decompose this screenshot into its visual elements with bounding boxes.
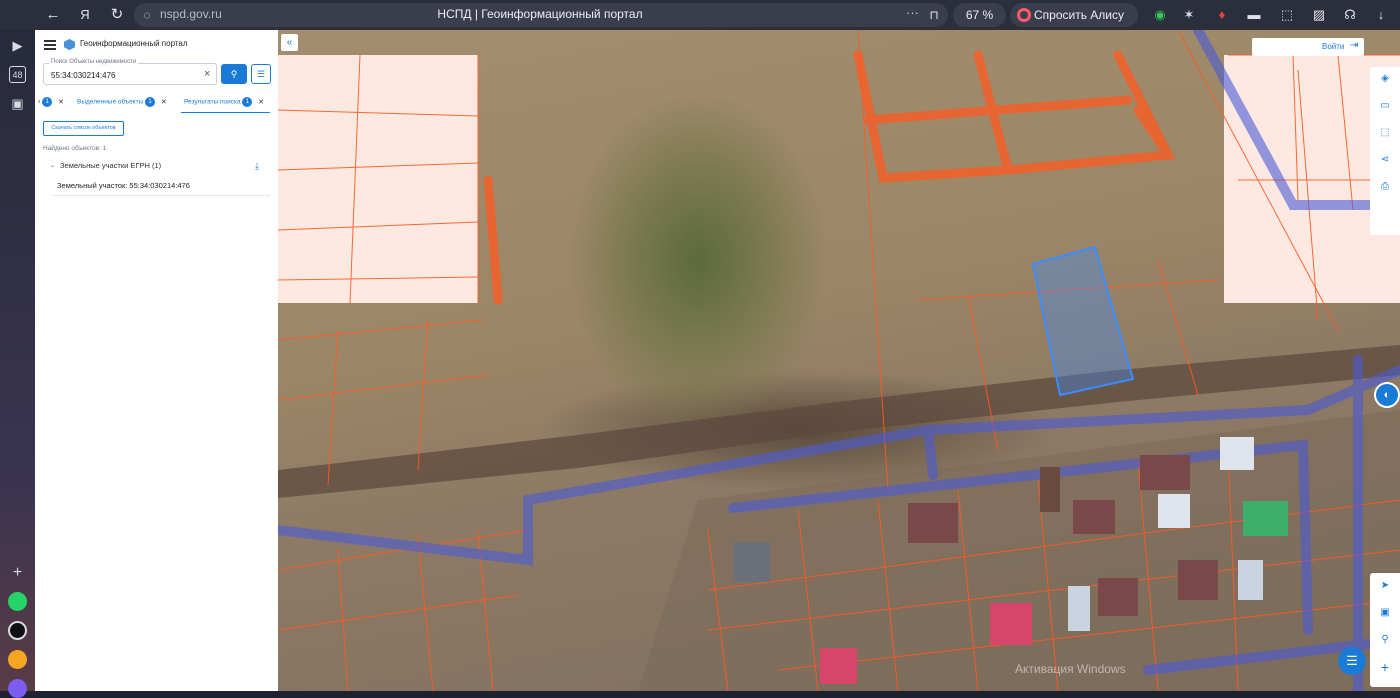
browser-toolbar: ← Я ↻ ◌ nspd.gov.ru НСПД | Геоинформацио… (0, 0, 1400, 46)
map-layer (278, 30, 1400, 691)
login-label: Войти (1322, 42, 1345, 51)
shield-icon[interactable]: ◌ (138, 6, 156, 24)
yandex-icon[interactable]: Я (76, 6, 94, 24)
assistant-icon: ◐ (1383, 389, 1391, 401)
extensions-icon[interactable]: ⬚ (1278, 6, 1296, 24)
downloads-icon[interactable]: ↓ (1372, 6, 1390, 24)
minimize-panel-icon[interactable]: ▬ (1245, 6, 1263, 24)
active-tab-indicator (181, 112, 270, 113)
video-icon[interactable]: ▶ (9, 37, 26, 54)
music-icon[interactable] (8, 650, 27, 669)
messenger-icon[interactable] (8, 621, 27, 640)
reload-icon[interactable]: ↻ (108, 6, 126, 24)
locate-icon[interactable]: ➤ (1378, 579, 1392, 593)
alice-button[interactable]: Спросить Алису AI (1010, 3, 1138, 46)
tab-badge: 1 (242, 97, 253, 107)
search-input[interactable] (51, 69, 196, 81)
ruler-icon[interactable]: ▭ (1378, 99, 1392, 113)
result-list-item[interactable]: Земельный участок: 55:34:030214:476 (52, 176, 270, 196)
login-button[interactable]: Войти ⇥ (1252, 38, 1364, 56)
tab-label: Результаты поиска (184, 98, 241, 106)
zoom-in-icon[interactable]: + (1378, 660, 1392, 674)
game-extension-icon[interactable]: ♦ (1213, 6, 1231, 24)
print-icon[interactable]: ⎙ (1378, 180, 1392, 194)
share-icon[interactable]: ⋖ (1378, 153, 1392, 167)
select-area-icon[interactable]: ⬚ (1378, 126, 1392, 140)
search-legend: Поиск Объекты недвижимости (49, 59, 139, 65)
translate-icon[interactable]: ☊ (1341, 6, 1359, 24)
selected-parcel[interactable] (1031, 245, 1135, 397)
login-icon: ⇥ (1350, 40, 1359, 51)
tab-close-icon[interactable]: ✕ (58, 99, 64, 106)
add-app-icon[interactable]: + (9, 564, 26, 581)
filter-button[interactable]: ☰ (251, 64, 271, 84)
map-view[interactable]: « Войти ⇥ ◈ ▭ ⬚ ⋖ ⎙ ◐ ➤ ▣ ⚲ + ☰ Активаци… (278, 30, 1400, 691)
map-tools: ◈ ▭ ⬚ ⋖ ⎙ (1370, 67, 1400, 235)
download-list-button[interactable]: Скачать список объектов (43, 121, 124, 136)
tab-label: Выделенные объекты (77, 98, 144, 106)
menu-icon[interactable] (44, 40, 56, 50)
tab-search-results[interactable]: Результаты поиска 1 ✕ (184, 97, 264, 113)
left-panel: Геоинформационный портал × Поиск Объекты… (35, 30, 278, 691)
tab-badge: 1 (42, 97, 53, 107)
whatsapp-icon[interactable] (8, 592, 27, 611)
search-field[interactable]: × (43, 63, 217, 85)
address-bar[interactable] (134, 3, 948, 27)
tab-selected-objects[interactable]: Выделенные объекты 1 ✕ (77, 97, 167, 113)
more-icon[interactable]: ··· (906, 5, 919, 20)
portal-title: Геоинформационный портал (80, 39, 188, 48)
tool-extension-icon[interactable]: ✶ (1180, 6, 1198, 24)
assistant-button[interactable]: ◐ (1374, 382, 1400, 408)
clear-icon[interactable]: × (204, 67, 210, 81)
tab-layers[interactable]: ‹ 1 ✕ (38, 97, 64, 113)
calendar-badge-icon[interactable]: 48 (9, 66, 26, 83)
search-button[interactable]: ⚲ (221, 64, 247, 84)
layers-icon[interactable]: ◈ (1378, 72, 1392, 86)
portal-logo-icon (64, 39, 75, 50)
tab-close-icon[interactable]: ✕ (161, 99, 167, 106)
zoom-value: 67 % (965, 8, 994, 22)
search-icon: ⚲ (230, 69, 238, 79)
bookmark-icon[interactable]: ⊓ (925, 6, 943, 24)
result-group-label[interactable]: Земельные участки ЕГРН (1) (60, 161, 161, 170)
app-icon[interactable] (8, 679, 27, 698)
zoom-indicator[interactable]: 67 % (953, 3, 1006, 27)
found-count: Найдено объектов: 1 (43, 145, 107, 152)
tab-close-icon[interactable]: ✕ (258, 99, 264, 106)
back-icon[interactable]: ← (44, 6, 62, 24)
download-icon[interactable]: ⤓ (255, 161, 259, 172)
map-nav-tools: ➤ ▣ ⚲ + (1370, 573, 1400, 687)
alice-icon (1017, 8, 1031, 22)
screenshot-icon[interactable]: ▨ (1310, 6, 1328, 24)
gallery-icon[interactable]: ▣ (9, 95, 26, 112)
chevron-down-icon[interactable]: ⌄ (50, 162, 55, 169)
address-url[interactable]: nspd.gov.ru (160, 7, 222, 21)
tab-badge: 1 (145, 97, 156, 107)
pin-icon[interactable]: ⚲ (1378, 633, 1392, 647)
chat-button[interactable]: ☰ (1338, 647, 1366, 675)
chat-icon: ☰ (1346, 653, 1358, 668)
filter-icon: ☰ (256, 69, 266, 79)
basemap-icon[interactable]: ▣ (1378, 606, 1392, 620)
vpn-extension-icon[interactable]: ◉ (1151, 6, 1169, 24)
collapse-panel-button[interactable]: « (281, 34, 298, 51)
browser-side-rail: ▤ ▶ 48 ▣ + (0, 0, 35, 698)
windows-activation-watermark: Активация Windows (1015, 662, 1126, 676)
chevron-left-icon: ‹ (38, 98, 41, 106)
overlay-tile-left (278, 55, 478, 303)
